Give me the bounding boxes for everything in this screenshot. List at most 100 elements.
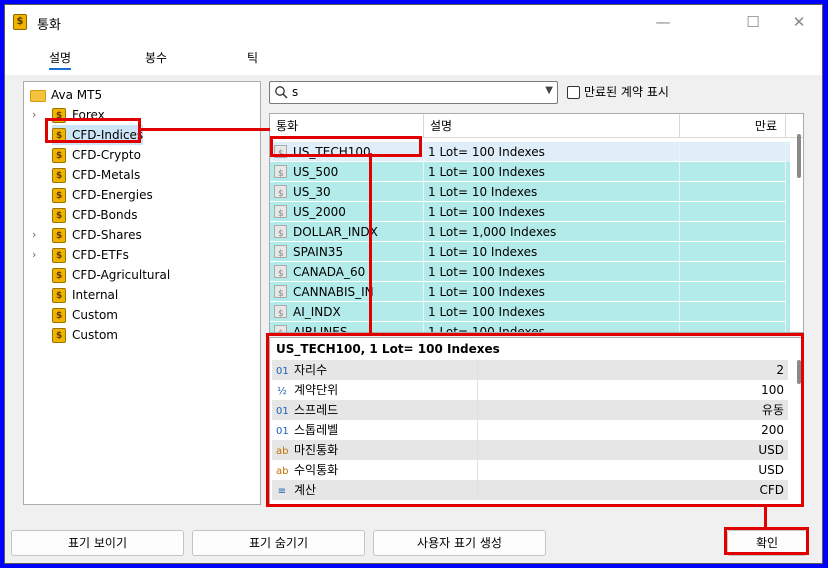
chevron-right-icon[interactable]: › bbox=[32, 105, 36, 125]
highlight-cfd-indices bbox=[45, 118, 141, 143]
description-cell: 1 Lot= 100 Indexes bbox=[424, 302, 680, 322]
tree-item-label: CFD-Energies bbox=[72, 188, 153, 202]
expiry-cell bbox=[680, 322, 786, 332]
tree-item-cfd-energies[interactable]: CFD-Energies bbox=[52, 185, 153, 206]
minimize-icon[interactable]: — bbox=[641, 9, 685, 35]
tree-item-custom[interactable]: Custom bbox=[52, 325, 118, 346]
search-input[interactable]: s ▼ bbox=[269, 81, 558, 104]
show-expired-checkbox[interactable]: 만료된 계약 표시 bbox=[567, 83, 669, 101]
symbol-icon bbox=[274, 284, 287, 301]
connector-line bbox=[369, 153, 372, 336]
tree-item-cfd-agricultural[interactable]: CFD-Agricultural bbox=[52, 265, 170, 286]
symbol-icon bbox=[274, 224, 287, 241]
coin-icon bbox=[52, 226, 66, 246]
symbol-name: DOLLAR_INDX bbox=[293, 225, 378, 239]
connector-line bbox=[764, 507, 767, 529]
table-row[interactable]: US_2000 1 Lot= 100 Indexes bbox=[270, 202, 790, 222]
symbol-icon bbox=[274, 204, 287, 221]
expiry-cell bbox=[680, 262, 786, 282]
symbol-name: AIRLINES bbox=[293, 325, 348, 333]
tree-item-cfd-crypto[interactable]: CFD-Crypto bbox=[52, 145, 141, 166]
table-row[interactable]: AI_INDX 1 Lot= 100 Indexes bbox=[270, 302, 790, 322]
chevron-right-icon[interactable]: › bbox=[32, 225, 36, 245]
table-row[interactable]: CANADA_60 1 Lot= 100 Indexes bbox=[270, 262, 790, 282]
coin-icon bbox=[52, 206, 66, 226]
show-symbol-button[interactable]: 표기 보이기 bbox=[11, 530, 184, 556]
symbol-cell: AI_INDX bbox=[270, 302, 424, 322]
tree-item-cfd-metals[interactable]: CFD-Metals bbox=[52, 165, 141, 186]
symbol-icon bbox=[274, 324, 287, 332]
symbol-cell: DOLLAR_INDX bbox=[270, 222, 424, 242]
tab-ticks[interactable]: 틱 bbox=[247, 49, 258, 66]
description-cell: 1 Lot= 100 Indexes bbox=[424, 322, 680, 332]
symbol-cell: CANNABIS_IN bbox=[270, 282, 424, 302]
coin-icon bbox=[52, 186, 66, 206]
create-custom-symbol-button[interactable]: 사용자 표기 생성 bbox=[373, 530, 546, 556]
tree-item-label: CFD-ETFs bbox=[72, 248, 129, 262]
expiry-cell bbox=[680, 182, 786, 202]
tree-item-custom[interactable]: Custom bbox=[52, 305, 118, 326]
symbol-icon bbox=[274, 164, 287, 181]
symbol-icon bbox=[274, 264, 287, 281]
tree-item-label: CFD-Crypto bbox=[72, 148, 141, 162]
table-row[interactable]: US_30 1 Lot= 10 Indexes bbox=[270, 182, 790, 202]
highlight-properties bbox=[266, 333, 804, 507]
hide-symbol-button[interactable]: 표기 숨기기 bbox=[192, 530, 365, 556]
tree-item-internal[interactable]: Internal bbox=[52, 285, 119, 306]
header-symbol[interactable]: 통화 bbox=[270, 114, 424, 138]
description-cell: 1 Lot= 100 Indexes bbox=[424, 162, 680, 182]
tab-bars[interactable]: 봉수 bbox=[145, 49, 167, 66]
header-description[interactable]: 설명 bbox=[424, 114, 680, 138]
symbol-tree: Ava MT5 ›ForexCFD-IndicesCFD-CryptoCFD-M… bbox=[23, 81, 261, 505]
app-coin-icon: $ bbox=[13, 14, 27, 30]
symbol-cell: AIRLINES bbox=[270, 322, 424, 333]
tree-item-cfd-shares[interactable]: › CFD-Shares bbox=[32, 225, 142, 246]
symbol-cell: CANADA_60 bbox=[270, 262, 424, 282]
close-icon[interactable]: ✕ bbox=[777, 9, 821, 35]
tree-item-cfd-bonds[interactable]: CFD-Bonds bbox=[52, 205, 138, 226]
tree-item-label: Internal bbox=[72, 288, 119, 302]
table-header: 통화 설명 만료 bbox=[270, 114, 803, 138]
tab-bar: 설명 봉수 틱 bbox=[5, 39, 822, 75]
header-expiry[interactable]: 만료 bbox=[680, 114, 786, 138]
symbol-cell: US_500 bbox=[270, 162, 424, 182]
coin-icon bbox=[52, 146, 66, 166]
chevron-down-icon[interactable]: ▼ bbox=[545, 85, 553, 96]
expiry-cell bbox=[680, 282, 786, 302]
description-cell: 1 Lot= 100 Indexes bbox=[424, 282, 680, 302]
description-cell: 1 Lot= 100 Indexes bbox=[424, 262, 680, 282]
tab-description[interactable]: 설명 bbox=[49, 49, 72, 70]
expiry-cell bbox=[680, 242, 786, 262]
tree-item-cfd-etfs[interactable]: › CFD-ETFs bbox=[32, 245, 129, 266]
symbol-name: CANADA_60 bbox=[293, 265, 366, 279]
symbol-name: AI_INDX bbox=[293, 305, 341, 319]
table-row[interactable]: CANNABIS_IN 1 Lot= 100 Indexes bbox=[270, 282, 790, 302]
checkbox-box[interactable] bbox=[567, 86, 580, 99]
table-row[interactable]: US_500 1 Lot= 100 Indexes bbox=[270, 162, 790, 182]
expiry-cell bbox=[680, 202, 786, 222]
coin-icon bbox=[52, 166, 66, 186]
maximize-icon[interactable]: ☐ bbox=[731, 9, 775, 35]
tree-item-label: Custom bbox=[72, 308, 118, 322]
highlight-ok-button bbox=[724, 527, 809, 555]
description-cell: 1 Lot= 100 Indexes bbox=[424, 202, 680, 222]
table-scrollbar[interactable] bbox=[797, 134, 801, 178]
connector-line bbox=[141, 128, 270, 131]
table-row[interactable]: DOLLAR_INDX 1 Lot= 1,000 Indexes bbox=[270, 222, 790, 242]
tree-item-label: CFD-Metals bbox=[72, 168, 141, 182]
coin-icon bbox=[52, 326, 66, 346]
folder-icon bbox=[30, 89, 46, 102]
tree-item-label: Custom bbox=[72, 328, 118, 342]
symbol-name: US_500 bbox=[293, 165, 339, 179]
chevron-right-icon[interactable]: › bbox=[32, 245, 36, 265]
tree-item-label: CFD-Bonds bbox=[72, 208, 138, 222]
symbol-icon bbox=[274, 244, 287, 261]
window-title: 통화 bbox=[37, 18, 61, 33]
description-cell: 1 Lot= 1,000 Indexes bbox=[424, 222, 680, 242]
tree-root[interactable]: Ava MT5 bbox=[30, 85, 102, 105]
table-row[interactable]: SPAIN35 1 Lot= 10 Indexes bbox=[270, 242, 790, 262]
table-row[interactable]: AIRLINES 1 Lot= 100 Indexes bbox=[270, 322, 790, 333]
symbol-name: US_30 bbox=[293, 185, 331, 199]
symbol-name: US_2000 bbox=[293, 205, 346, 219]
symbol-icon bbox=[274, 304, 287, 321]
